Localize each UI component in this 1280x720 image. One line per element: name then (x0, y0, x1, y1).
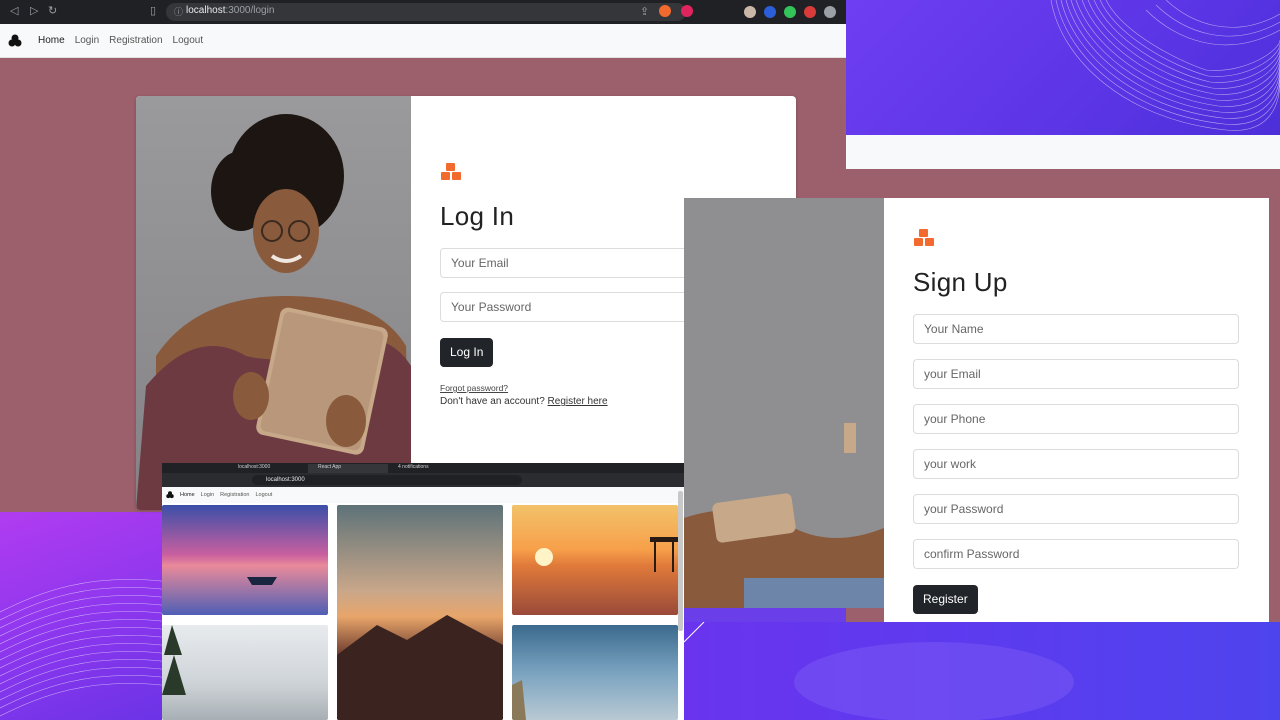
brave-shield-icon[interactable] (659, 5, 672, 17)
decorative-wave-background-left (0, 512, 170, 720)
gallery-image-sky-cliffs[interactable] (512, 625, 678, 720)
bookmark-icon[interactable]: ▯ (150, 4, 156, 17)
register-here-link[interactable]: Register here (548, 396, 608, 407)
trees-graphic (162, 625, 186, 695)
back-icon[interactable]: ◁ (10, 4, 18, 17)
photo-illustration (136, 114, 411, 510)
extension-icon[interactable] (744, 6, 756, 18)
nav-login-link[interactable]: Login (75, 35, 99, 46)
reload-icon[interactable]: ↻ (48, 4, 57, 17)
gallery-image-boat-sunset[interactable] (162, 505, 328, 615)
password-field[interactable]: your Password (913, 494, 1239, 524)
profile-avatar-icon[interactable] (824, 6, 836, 18)
no-account-text: Don't have an account? (440, 396, 545, 407)
work-field[interactable]: your work (913, 449, 1239, 479)
share-icon[interactable]: ⇪ (640, 5, 649, 18)
gallery-address-bar[interactable]: localhost:3000 (252, 475, 522, 485)
wave-lines-graphic (1050, 0, 1280, 131)
wave-lines-graphic-left (0, 579, 170, 717)
extension-icons-right (744, 6, 836, 18)
cliffs-graphic (512, 680, 526, 720)
signup-form: Sign Up Your Name your Email your Phone … (913, 228, 1239, 614)
gallery-image-mountains[interactable] (337, 505, 503, 720)
cubes-icon (441, 163, 461, 180)
nav-home-link[interactable]: Home (180, 492, 195, 498)
signup-side-photo (684, 198, 884, 608)
signup-card: Sign Up Your Name your Email your Phone … (884, 198, 1269, 622)
name-field[interactable]: Your Name (913, 314, 1239, 344)
login-button[interactable]: Log In (440, 338, 494, 367)
phone-field[interactable]: your Phone (913, 404, 1239, 434)
extension-icon[interactable] (764, 6, 776, 18)
register-button[interactable]: Register (913, 585, 978, 614)
gallery-scrollbar[interactable] (678, 491, 683, 631)
decorative-gradient-background (684, 622, 1280, 720)
signup-navbar-strip (846, 135, 1280, 169)
browser-extension-icons: ⇪ (640, 5, 694, 18)
gallery-navbar: Home Login Registration Logout (162, 487, 684, 503)
woman-with-tablet-photo (136, 96, 411, 510)
tab-react-app[interactable]: React App (308, 464, 388, 473)
site-info-icon[interactable]: ⓘ (174, 5, 183, 18)
mountain-graphic (337, 615, 503, 720)
cubes-icon (914, 229, 934, 246)
confirm-password-field[interactable]: confirm Password (913, 539, 1239, 569)
boat-graphic (247, 577, 277, 585)
app-navbar: Home Login Registration Logout (0, 24, 846, 58)
address-bar-text: localhost:3000/login (186, 5, 274, 16)
nav-logout-link[interactable]: Logout (173, 35, 204, 46)
desktop-composite: ◁ ▷ ↻ ▯ ⓘ localhost:3000/login ⇪ Home Lo… (0, 0, 1280, 720)
pier-graphic (535, 537, 678, 572)
brand-logo-icon[interactable] (8, 34, 22, 48)
url-path: :3000/login (225, 5, 275, 16)
extension-icon[interactable] (804, 6, 816, 18)
signup-title: Sign Up (913, 267, 1008, 297)
photo-illustration (684, 198, 884, 608)
brave-rewards-icon[interactable] (681, 5, 694, 17)
tab-notifications[interactable]: 4 notifications (388, 464, 468, 473)
light-swoosh-graphic (684, 622, 1074, 720)
gallery-browser-window: localhost:3000 React App 4 notifications… (162, 463, 684, 720)
brand-logo-icon[interactable] (166, 491, 174, 499)
url-host: localhost (186, 5, 226, 16)
gallery-image-pier-sunset[interactable] (512, 505, 678, 615)
nav-home-link[interactable]: Home (38, 35, 65, 46)
decorative-wave-background (846, 0, 1280, 135)
gallery-image-snowy-trees[interactable] (162, 625, 328, 720)
tab-strip: localhost:3000 React App 4 notifications (162, 463, 684, 473)
tab-localhost[interactable]: localhost:3000 (228, 464, 308, 473)
nav-registration-link[interactable]: Registration (220, 492, 249, 498)
forward-icon[interactable]: ▷ (30, 4, 38, 17)
nav-login-link[interactable]: Login (201, 492, 214, 498)
extension-icon[interactable] (784, 6, 796, 18)
email-field[interactable]: your Email (913, 359, 1239, 389)
gallery-toolbar: localhost:3000 (162, 473, 684, 487)
browser-toolbar: ◁ ▷ ↻ ▯ ⓘ localhost:3000/login ⇪ (0, 0, 846, 24)
nav-logout-link[interactable]: Logout (256, 492, 273, 498)
nav-registration-link[interactable]: Registration (109, 35, 162, 46)
